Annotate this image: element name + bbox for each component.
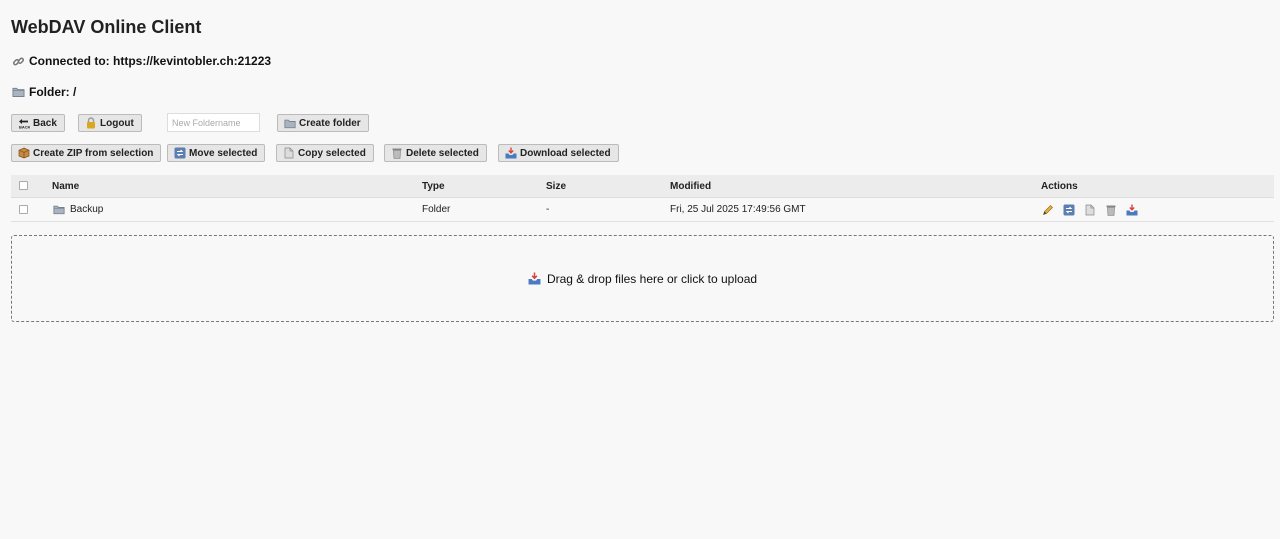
page-title: WebDAV Online Client [11,17,202,37]
inbox-tray-icon [528,272,542,286]
file-table: Name Type Size Modified Actions Backup F… [11,175,1274,222]
column-header-type[interactable]: Type [422,175,546,198]
download-selected-label: Download selected [520,147,611,159]
copy-selected-label: Copy selected [298,147,366,159]
move-selected-label: Move selected [189,147,258,159]
trash-icon [391,147,403,159]
lock-icon [85,117,97,129]
move-icon[interactable] [1062,203,1076,217]
download-icon[interactable] [1125,203,1139,217]
table-header-row: Name Type Size Modified Actions [11,175,1274,198]
select-all-checkbox[interactable] [19,181,28,191]
link-icon [11,54,25,68]
file-name-link[interactable]: Backup [52,203,422,217]
file-size: - [546,197,670,222]
move-icon [174,147,186,159]
create-folder-button[interactable]: Create folder [277,114,369,132]
connection-info: Connected to: https://kevintobler.ch:212… [11,54,271,68]
column-header-name[interactable]: Name [52,175,422,198]
current-folder-info: Folder: / [11,85,76,99]
back-button[interactable]: BACK Back [11,114,65,132]
pencil-icon[interactable] [1041,203,1055,217]
copy-icon[interactable] [1083,203,1097,217]
svg-text:BACK: BACK [19,124,30,129]
trash-icon[interactable] [1104,203,1118,217]
connection-label: Connected to: https://kevintobler.ch:212… [29,54,272,68]
file-type: Folder [422,197,546,222]
column-header-size[interactable]: Size [546,175,670,198]
create-zip-button[interactable]: Create ZIP from selection [11,144,162,162]
folder-icon [11,85,25,99]
move-selected-button[interactable]: Move selected [167,144,266,162]
package-icon [18,147,30,159]
back-button-label: Back [33,117,57,129]
column-header-actions: Actions [1041,175,1274,198]
row-checkbox[interactable] [19,204,28,214]
delete-selected-button[interactable]: Delete selected [384,144,487,162]
folder-icon [284,117,296,129]
back-arrow-icon: BACK [18,117,30,129]
file-name: Backup [70,204,104,215]
create-zip-label: Create ZIP from selection [33,147,154,159]
dropzone-label: Drag & drop files here or click to uploa… [546,271,758,286]
folder-icon [52,203,66,217]
current-folder-label: Folder: / [29,85,77,99]
copy-icon [283,147,295,159]
upload-dropzone[interactable]: Drag & drop files here or click to uploa… [11,235,1274,322]
copy-selected-button[interactable]: Copy selected [276,144,374,162]
download-selected-button[interactable]: Download selected [498,144,619,162]
new-foldername-input[interactable] [167,113,260,132]
create-folder-label: Create folder [299,117,361,129]
file-modified: Fri, 25 Jul 2025 17:49:56 GMT [670,197,1041,222]
column-header-modified[interactable]: Modified [670,175,1041,198]
logout-button-label: Logout [100,117,134,129]
logout-button[interactable]: Logout [78,114,142,132]
delete-selected-label: Delete selected [406,147,479,159]
table-row: Backup Folder - Fri, 25 Jul 2025 17:49:5… [11,197,1274,222]
download-icon [505,147,517,159]
row-actions [1041,203,1274,217]
